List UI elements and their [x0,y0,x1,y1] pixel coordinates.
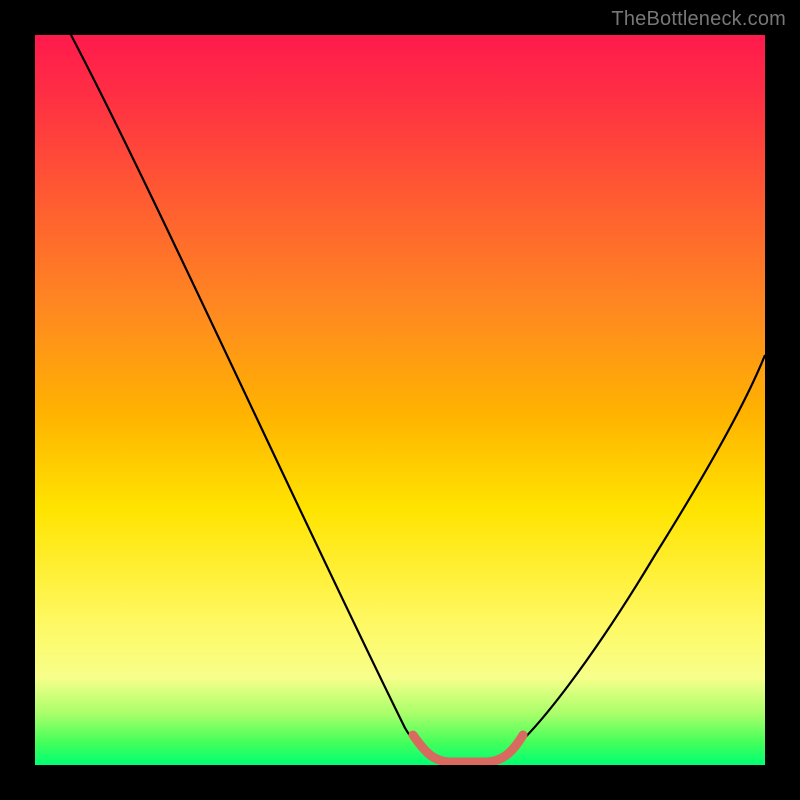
left-curve-black [71,35,433,757]
valley-red-thick [413,735,523,762]
chart-frame: TheBottleneck.com [0,0,800,800]
right-curve-black [503,355,765,757]
watermark: TheBottleneck.com [611,8,786,31]
line-chart-svg [35,35,765,765]
plot-area [35,35,765,765]
